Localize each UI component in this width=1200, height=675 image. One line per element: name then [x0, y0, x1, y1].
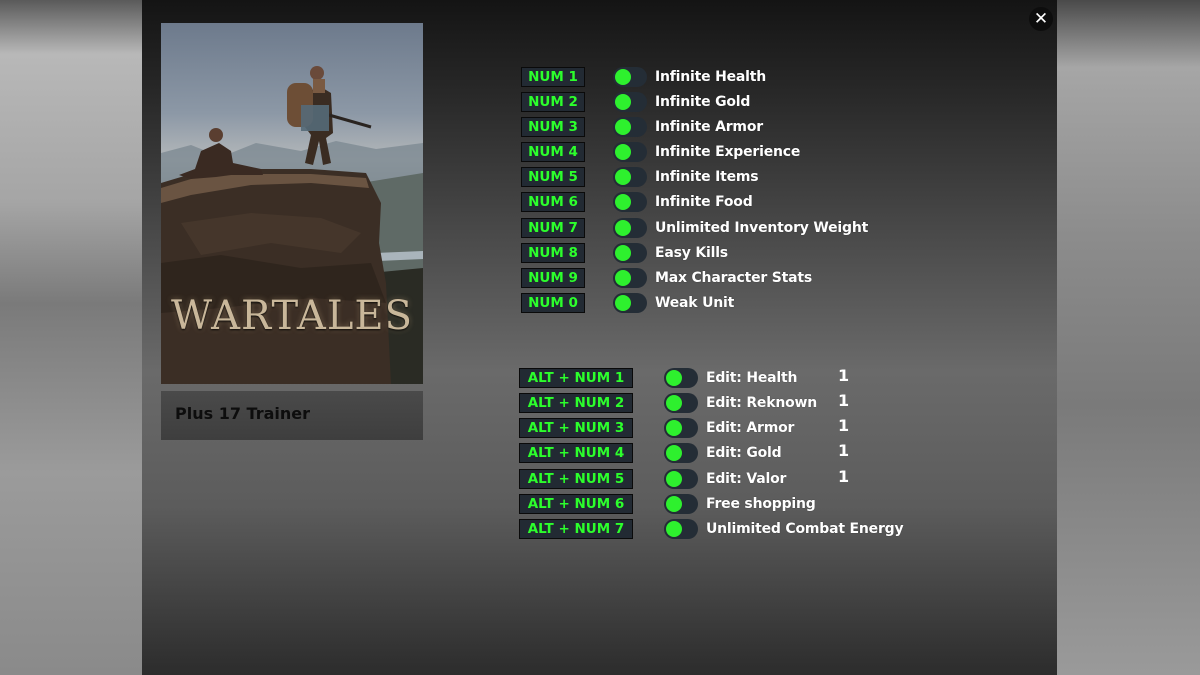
- cheat-toggle[interactable]: [664, 443, 698, 463]
- cheat-label: Edit: Health: [706, 370, 798, 386]
- cheat-label: Infinite Health: [655, 69, 767, 85]
- hotkey-badge: NUM 8: [521, 243, 585, 263]
- toggle-knob: [615, 69, 631, 85]
- game-title-logo: WARTALES: [171, 293, 413, 339]
- cheat-toggle[interactable]: [613, 243, 647, 263]
- close-icon[interactable]: ✕: [1029, 7, 1053, 31]
- cheat-label: Edit: Armor: [706, 420, 795, 436]
- hotkey-badge: NUM 2: [521, 92, 585, 112]
- cheat-toggle[interactable]: [613, 218, 647, 238]
- hotkey-badge: NUM 7: [521, 218, 585, 238]
- cheat-toggle[interactable]: [613, 142, 647, 162]
- cheat-toggle[interactable]: [613, 67, 647, 87]
- hotkey-badge: ALT + NUM 1: [519, 368, 633, 388]
- hotkey-badge: ALT + NUM 4: [519, 443, 633, 463]
- cheat-label: Edit: Reknown: [706, 395, 818, 411]
- cheat-toggle[interactable]: [613, 92, 647, 112]
- hotkey-badge: ALT + NUM 2: [519, 393, 633, 413]
- cheat-value[interactable]: 1: [838, 366, 849, 386]
- hotkey-badge: NUM 9: [521, 268, 585, 288]
- toggle-knob: [666, 395, 682, 411]
- toggle-knob: [615, 270, 631, 286]
- hotkey-badge: ALT + NUM 7: [519, 519, 633, 539]
- cheat-toggle[interactable]: [613, 167, 647, 187]
- toggle-knob: [666, 370, 682, 386]
- hotkey-badge: ALT + NUM 6: [519, 494, 633, 514]
- game-cover-image: WARTALES: [161, 23, 423, 384]
- hotkey-badge: NUM 0: [521, 293, 585, 313]
- toggle-knob: [615, 220, 631, 236]
- cheat-label: Unlimited Inventory Weight: [655, 220, 869, 236]
- background-left: [0, 0, 142, 675]
- cheat-value[interactable]: 1: [838, 467, 849, 487]
- cheat-toggle[interactable]: [613, 268, 647, 288]
- cheat-toggle[interactable]: [664, 494, 698, 514]
- toggle-knob: [666, 445, 682, 461]
- toggle-knob: [615, 144, 631, 160]
- cheat-label: Easy Kills: [655, 245, 728, 261]
- cheat-toggle[interactable]: [664, 469, 698, 489]
- toggle-knob: [666, 496, 682, 512]
- cheat-label: Weak Unit: [655, 295, 735, 311]
- cheat-toggle[interactable]: [613, 293, 647, 313]
- cheat-label: Infinite Gold: [655, 94, 751, 110]
- cheat-toggle[interactable]: [664, 393, 698, 413]
- cheat-label: Infinite Experience: [655, 144, 801, 160]
- toggle-knob: [615, 245, 631, 261]
- cheat-label: Infinite Armor: [655, 119, 763, 135]
- toggle-knob: [615, 119, 631, 135]
- cheat-value[interactable]: 1: [838, 441, 849, 461]
- cheat-toggle[interactable]: [613, 192, 647, 212]
- toggle-knob: [666, 471, 682, 487]
- cheat-value[interactable]: 1: [838, 416, 849, 436]
- cheat-toggle[interactable]: [664, 418, 698, 438]
- background-right: [1057, 0, 1200, 675]
- cheat-label: Edit: Valor: [706, 471, 787, 487]
- hotkey-badge: NUM 1: [521, 67, 585, 87]
- hotkey-badge: ALT + NUM 3: [519, 418, 633, 438]
- toggle-knob: [666, 521, 682, 537]
- cheat-label: Infinite Food: [655, 194, 753, 210]
- cheat-label: Unlimited Combat Energy: [706, 521, 904, 537]
- hotkey-badge: NUM 3: [521, 117, 585, 137]
- trainer-window: ✕ WARTALES Plus 17 Trainer NUM 1 Infinit…: [142, 0, 1057, 675]
- hotkey-badge: NUM 5: [521, 167, 585, 187]
- cheat-label: Free shopping: [706, 496, 816, 512]
- toggle-knob: [615, 295, 631, 311]
- toggle-knob: [615, 194, 631, 210]
- cheat-label: Infinite Items: [655, 169, 759, 185]
- hotkey-badge: ALT + NUM 5: [519, 469, 633, 489]
- cheat-label: Max Character Stats: [655, 270, 813, 286]
- toggle-knob: [615, 94, 631, 110]
- hotkey-badge: NUM 6: [521, 192, 585, 212]
- toggle-knob: [666, 420, 682, 436]
- cheat-toggle[interactable]: [664, 368, 698, 388]
- hotkey-badge: NUM 4: [521, 142, 585, 162]
- cheat-toggle[interactable]: [664, 519, 698, 539]
- cheat-label: Edit: Gold: [706, 445, 782, 461]
- trainer-title: Plus 17 Trainer: [161, 391, 423, 440]
- cheat-value[interactable]: 1: [838, 391, 849, 411]
- cheat-toggle[interactable]: [613, 117, 647, 137]
- toggle-knob: [615, 169, 631, 185]
